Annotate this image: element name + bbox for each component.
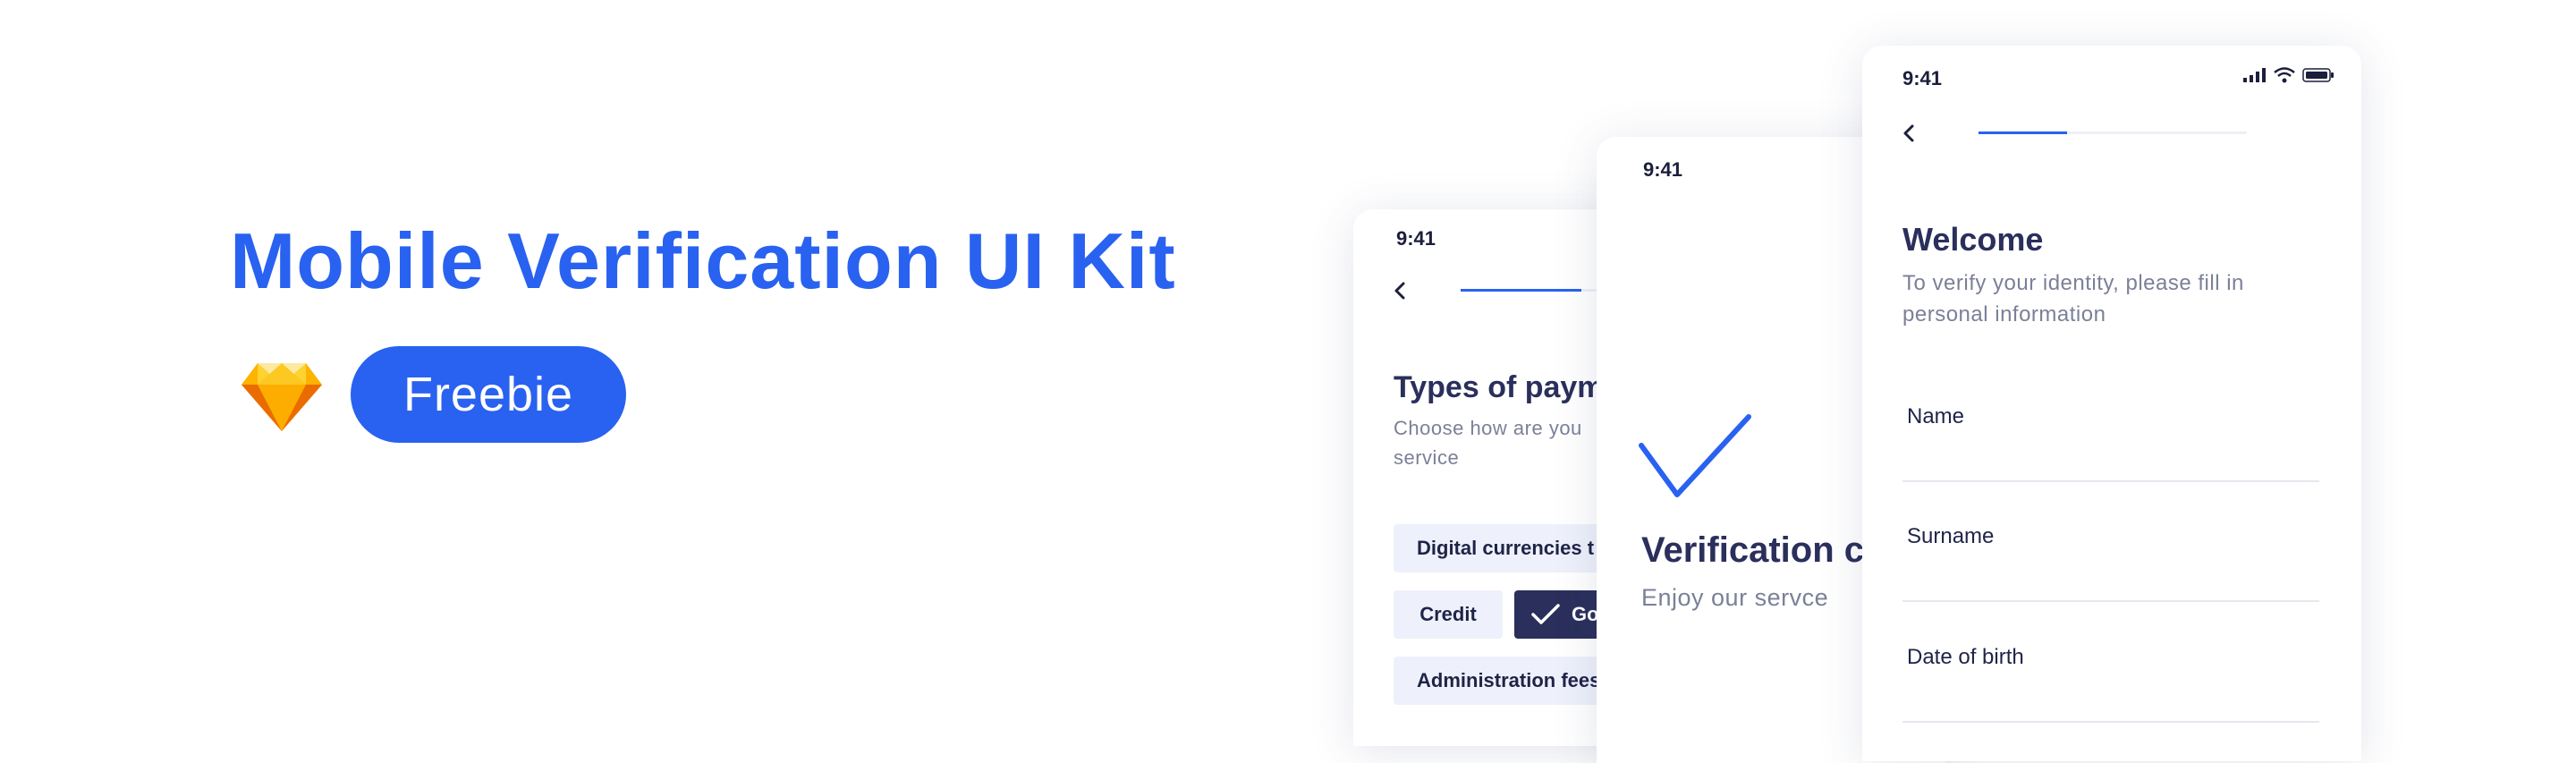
check-icon bbox=[1531, 604, 1560, 624]
field-label-date-of-birth: Date of birth bbox=[1907, 645, 2024, 669]
screen-title: Welcome bbox=[1902, 221, 2044, 258]
field-label-name: Name bbox=[1907, 404, 1965, 428]
screen-subtitle-line2: service bbox=[1394, 446, 1460, 469]
chip-credit[interactable]: Credit bbox=[1394, 590, 1503, 639]
screen-subtitle-line1: To verify your identity, please fill in bbox=[1902, 271, 2244, 295]
back-arrow-icon[interactable] bbox=[1898, 122, 1921, 145]
screen-title: Verification c bbox=[1641, 530, 1864, 570]
success-check-icon bbox=[1639, 414, 1751, 497]
screen-subtitle: Enjoy our servce bbox=[1641, 584, 1829, 611]
name-input[interactable] bbox=[1902, 480, 2319, 482]
field-label-surname: Surname bbox=[1907, 524, 1995, 548]
date-of-birth-input[interactable] bbox=[1902, 721, 2319, 723]
chip-administration-fees[interactable]: Administration fees bbox=[1394, 657, 1624, 705]
wifi-icon bbox=[2274, 67, 2295, 83]
status-time: 9:41 bbox=[1902, 67, 1943, 89]
chip-label: Administration fees bbox=[1417, 669, 1601, 691]
status-icons bbox=[2243, 67, 2334, 83]
screen-title: Types of paym bbox=[1394, 370, 1605, 404]
screen-subtitle-line1: Choose how are you bbox=[1394, 417, 1582, 439]
battery-icon bbox=[2302, 68, 2334, 82]
chip-label: Digital currencies t bbox=[1417, 537, 1595, 559]
screen-subtitle-line2: personal information bbox=[1902, 302, 2106, 326]
welcome-screen: 9:41 Welcome To verify your identity, pl… bbox=[1862, 46, 2361, 761]
freebie-badge[interactable]: Freebie bbox=[351, 346, 626, 443]
sketch-diamond-icon bbox=[242, 363, 322, 431]
progress-bar bbox=[1979, 131, 2067, 134]
hero-title: Mobile Verification UI Kit bbox=[230, 216, 1176, 305]
back-arrow-icon[interactable] bbox=[1389, 279, 1412, 302]
status-time: 9:41 bbox=[1396, 227, 1436, 250]
surname-input[interactable] bbox=[1902, 600, 2319, 602]
chip-label: Credit bbox=[1419, 603, 1477, 625]
progress-bar bbox=[1461, 289, 1581, 292]
chip-digital-currencies[interactable]: Digital currencies t bbox=[1394, 524, 1618, 572]
status-time: 9:41 bbox=[1643, 158, 1683, 181]
signal-icon bbox=[2243, 68, 2266, 82]
